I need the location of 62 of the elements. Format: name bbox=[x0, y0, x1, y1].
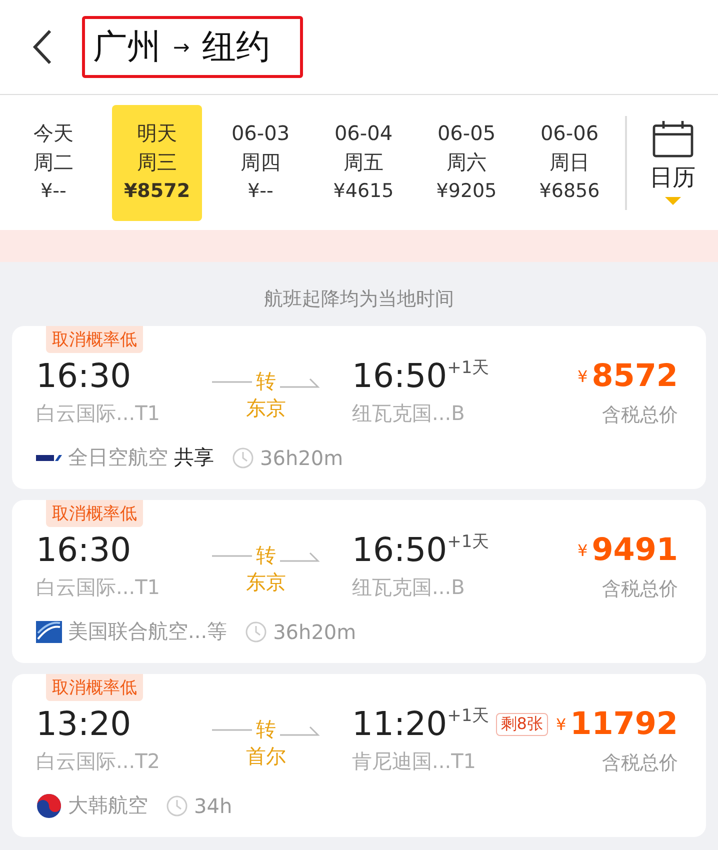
notice-text: 航班起降均为当地时间 bbox=[263, 287, 455, 312]
codeshare-label: 共享 bbox=[174, 444, 214, 471]
transfer-city: 东京 bbox=[246, 395, 286, 422]
currency-symbol: ¥ bbox=[578, 540, 588, 560]
clock-icon bbox=[232, 446, 254, 468]
next-day-label: +1天 bbox=[447, 705, 490, 727]
date-tab[interactable]: 06-06 周日 ¥6856 bbox=[518, 104, 621, 220]
next-day-label: +1天 bbox=[447, 357, 490, 379]
transfer-city: 东京 bbox=[246, 569, 286, 596]
date-tab[interactable]: 06-03 周四 ¥-- bbox=[209, 104, 312, 220]
departure-time: 16:30 bbox=[36, 356, 132, 396]
airline-name: 美国联合航空...等 bbox=[68, 618, 228, 645]
date-tab[interactable]: 06-04 周五 ¥4615 bbox=[312, 104, 415, 220]
price-note: 含税总价 bbox=[602, 577, 678, 602]
transfer-label: 转 bbox=[256, 542, 276, 569]
transfer-label: 转 bbox=[256, 716, 276, 743]
arrival-time: 16:50 bbox=[352, 530, 448, 570]
connector-line bbox=[212, 380, 252, 384]
route-title: 广州 → 纽约 bbox=[82, 16, 303, 78]
date-tab[interactable]: 今天 周二 ¥-- bbox=[2, 104, 105, 220]
airline-name: 大韩航空 bbox=[68, 792, 148, 819]
price-value: 9491 bbox=[592, 531, 678, 570]
airline-logo-icon bbox=[36, 792, 62, 818]
arrival-airport: 肯尼迪国...T1 bbox=[352, 748, 478, 775]
arrival-airport: 纽瓦克国...B bbox=[352, 400, 466, 427]
connector-line bbox=[212, 554, 252, 558]
clock-icon bbox=[245, 620, 268, 642]
currency-symbol: ¥ bbox=[556, 714, 566, 734]
back-icon[interactable] bbox=[32, 29, 52, 65]
date-tab[interactable]: 06-05 周六 ¥9205 bbox=[415, 104, 518, 220]
airline-logo-icon bbox=[36, 620, 62, 642]
price-note: 含税总价 bbox=[602, 751, 678, 776]
seats-left-badge: 剩8张 bbox=[496, 712, 548, 736]
departure-airport: 白云国际...T1 bbox=[36, 574, 162, 601]
calendar-button[interactable]: 日历 bbox=[627, 120, 718, 205]
arrival-time: 11:20 bbox=[352, 704, 448, 744]
date-tab[interactable]: 明天 周三 ¥8572 bbox=[112, 104, 202, 220]
price-note: 含税总价 bbox=[602, 403, 678, 428]
cancel-tag: 取消概率低 bbox=[46, 326, 143, 353]
next-day-label: +1天 bbox=[447, 531, 490, 553]
arrival-time: 16:50 bbox=[352, 356, 448, 396]
flight-duration: 36h20m bbox=[273, 620, 356, 644]
price-value: 8572 bbox=[592, 357, 678, 396]
airline-name: 全日空航空 bbox=[68, 444, 168, 471]
calendar-icon bbox=[652, 120, 694, 158]
transfer-city: 首尔 bbox=[246, 743, 286, 770]
flight-duration: 34h bbox=[194, 794, 232, 818]
cancel-tag: 取消概率低 bbox=[46, 674, 143, 701]
departure-airport: 白云国际...T1 bbox=[36, 400, 162, 427]
airline-logo-icon bbox=[36, 454, 62, 462]
connector-line bbox=[212, 728, 252, 732]
flight-duration: 36h20m bbox=[260, 446, 344, 470]
clock-icon bbox=[166, 794, 188, 816]
departure-time: 16:30 bbox=[36, 530, 132, 570]
caret-icon bbox=[664, 197, 680, 205]
price-value: 11792 bbox=[570, 705, 678, 744]
departure-airport: 白云国际...T2 bbox=[36, 748, 162, 775]
currency-symbol: ¥ bbox=[578, 366, 588, 386]
arrival-airport: 纽瓦克国...B bbox=[352, 574, 466, 601]
transfer-label: 转 bbox=[256, 368, 276, 395]
departure-time: 13:20 bbox=[36, 704, 132, 744]
cancel-tag: 取消概率低 bbox=[46, 500, 143, 527]
